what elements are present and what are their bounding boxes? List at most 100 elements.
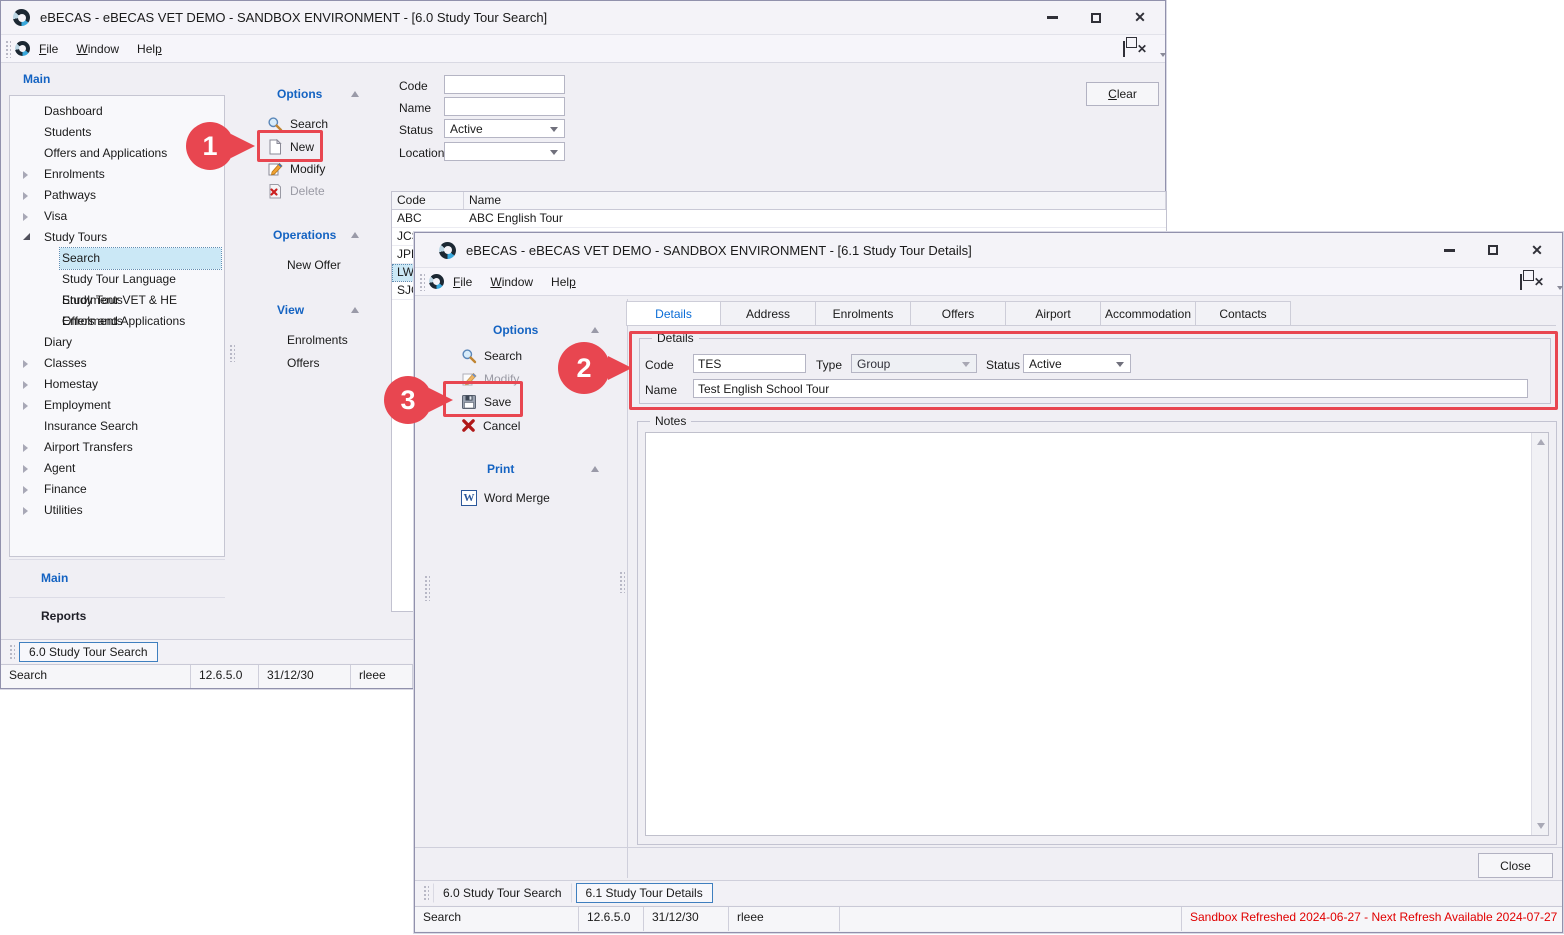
delete-action[interactable]: Delete bbox=[267, 183, 325, 199]
menu-window[interactable]: Window bbox=[481, 271, 542, 293]
notes-textarea[interactable] bbox=[645, 432, 1549, 836]
menu-help[interactable]: Help bbox=[542, 271, 585, 293]
search-action[interactable]: Search bbox=[267, 116, 328, 132]
tree-item-diary[interactable]: Diary bbox=[10, 332, 224, 353]
name-input[interactable] bbox=[444, 97, 565, 116]
tab-details[interactable]: Details bbox=[626, 301, 721, 326]
tree-item-employment[interactable]: Employment bbox=[10, 395, 224, 416]
chevron-expanded-icon[interactable] bbox=[23, 233, 30, 240]
minimize-button[interactable] bbox=[1037, 7, 1067, 29]
mdi-restore-icon[interactable] bbox=[1123, 42, 1125, 56]
scroll-down-icon[interactable] bbox=[1537, 823, 1545, 829]
tab-enrolments[interactable]: Enrolments bbox=[816, 301, 911, 326]
doc-tab-study-tour-search[interactable]: 6.0 Study Tour Search bbox=[433, 883, 572, 903]
tab-accommodation[interactable]: Accommodation bbox=[1101, 301, 1196, 326]
chevron-right-icon[interactable] bbox=[23, 192, 28, 200]
new-offer-action[interactable]: New Offer bbox=[287, 258, 341, 272]
tab-contacts[interactable]: Contacts bbox=[1196, 301, 1291, 326]
menubar-grip[interactable] bbox=[419, 273, 425, 291]
new-action[interactable]: New bbox=[267, 139, 314, 155]
chevron-right-icon[interactable] bbox=[23, 360, 28, 368]
modify-action[interactable]: Modify bbox=[461, 371, 519, 387]
code-input[interactable] bbox=[444, 75, 565, 94]
menu-help[interactable]: Help bbox=[128, 38, 171, 60]
tree-item-airport-transfers[interactable]: Airport Transfers bbox=[10, 437, 224, 458]
tree-item-utilities[interactable]: Utilities bbox=[10, 500, 224, 521]
modify-action[interactable]: Modify bbox=[267, 161, 325, 177]
chevron-right-icon[interactable] bbox=[23, 381, 28, 389]
chevron-right-icon[interactable] bbox=[23, 213, 28, 221]
table-row[interactable]: ABCABC English Tour bbox=[392, 210, 1166, 228]
close-button[interactable]: ✕ bbox=[1522, 239, 1552, 261]
maximize-button[interactable] bbox=[1081, 7, 1111, 29]
splitter-grip[interactable] bbox=[619, 571, 625, 593]
type-select[interactable]: Group bbox=[851, 354, 977, 373]
chevron-right-icon[interactable] bbox=[23, 444, 28, 452]
word-merge-action[interactable]: W Word Merge bbox=[461, 490, 550, 506]
collapse-icon[interactable] bbox=[351, 307, 359, 313]
nav-footer-reports[interactable]: Reports bbox=[9, 597, 225, 633]
nav-footer-main[interactable]: Main bbox=[9, 559, 225, 595]
tree-item-visa[interactable]: Visa bbox=[10, 206, 224, 227]
chevron-right-icon[interactable] bbox=[23, 402, 28, 410]
panel-grip[interactable] bbox=[424, 575, 430, 601]
maximize-button[interactable] bbox=[1478, 239, 1508, 261]
mdi-restore-icon[interactable] bbox=[1520, 275, 1522, 289]
tree-item-agent[interactable]: Agent bbox=[10, 458, 224, 479]
tabbar-grip[interactable] bbox=[9, 644, 15, 660]
collapse-icon[interactable] bbox=[351, 232, 359, 238]
status-select[interactable]: Active bbox=[1023, 354, 1131, 373]
code-input[interactable] bbox=[693, 354, 806, 373]
status-select[interactable]: Active bbox=[444, 119, 565, 138]
cancel-action[interactable]: Cancel bbox=[461, 418, 520, 433]
tree-item-search[interactable]: Search bbox=[10, 248, 224, 269]
save-action[interactable]: Save bbox=[461, 394, 511, 410]
menu-file[interactable]: File bbox=[30, 38, 67, 60]
collapse-icon[interactable] bbox=[591, 327, 599, 333]
scroll-up-icon[interactable] bbox=[1537, 439, 1545, 445]
tree-item-finance[interactable]: Finance bbox=[10, 479, 224, 500]
close-form-button[interactable]: Close bbox=[1478, 853, 1553, 878]
splitter-grip[interactable] bbox=[229, 344, 235, 362]
view-offers-action[interactable]: Offers bbox=[287, 356, 319, 370]
menu-window[interactable]: Window bbox=[67, 38, 128, 60]
menu-file[interactable]: File bbox=[444, 271, 481, 293]
collapse-icon[interactable] bbox=[591, 466, 599, 472]
tree-item-classes[interactable]: Classes bbox=[10, 353, 224, 374]
collapse-icon[interactable] bbox=[351, 91, 359, 97]
splitter[interactable] bbox=[627, 299, 628, 878]
chevron-right-icon[interactable] bbox=[23, 486, 28, 494]
tree-item-homestay[interactable]: Homestay bbox=[10, 374, 224, 395]
notes-scrollbar[interactable] bbox=[1531, 433, 1548, 835]
minimize-button[interactable] bbox=[1434, 239, 1464, 261]
name-input[interactable] bbox=[693, 379, 1528, 398]
close-button[interactable]: ✕ bbox=[1125, 7, 1155, 29]
mdi-close-icon[interactable]: ✕ bbox=[1534, 275, 1544, 289]
view-enrolments-action[interactable]: Enrolments bbox=[287, 333, 348, 347]
column-header-code[interactable]: Code bbox=[392, 192, 464, 209]
column-header-name[interactable]: Name bbox=[464, 192, 1166, 209]
tree-item-insurance-search[interactable]: Insurance Search bbox=[10, 416, 224, 437]
app-menu-icon[interactable] bbox=[15, 41, 30, 56]
tree-item-dashboard[interactable]: Dashboard bbox=[10, 101, 224, 122]
tree-item-st-language-enrolments[interactable]: Study Tour Language Enrolments bbox=[10, 269, 224, 290]
tree-item-st-offers-applications[interactable]: Offers and Applications bbox=[10, 311, 224, 332]
doc-tab-study-tour-search[interactable]: 6.0 Study Tour Search bbox=[19, 642, 158, 662]
chevron-right-icon[interactable] bbox=[23, 171, 28, 179]
tab-airport[interactable]: Airport bbox=[1006, 301, 1101, 326]
tree-item-st-vet-he-enrolments[interactable]: Study Tour VET & HE Enrolments bbox=[10, 290, 224, 311]
mdi-close-icon[interactable]: ✕ bbox=[1137, 42, 1147, 56]
chevron-right-icon[interactable] bbox=[23, 507, 28, 515]
search-action[interactable]: Search bbox=[461, 348, 522, 364]
doc-tab-study-tour-details[interactable]: 6.1 Study Tour Details bbox=[576, 883, 713, 903]
clear-button[interactable]: Clear bbox=[1086, 82, 1159, 106]
tab-address[interactable]: Address bbox=[721, 301, 816, 326]
tab-offers[interactable]: Offers bbox=[911, 301, 1006, 326]
tree-item-study-tours[interactable]: Study Tours bbox=[10, 227, 224, 248]
menubar-grip[interactable] bbox=[5, 40, 11, 58]
location-select[interactable] bbox=[444, 142, 565, 161]
app-menu-icon[interactable] bbox=[429, 274, 444, 289]
chevron-right-icon[interactable] bbox=[23, 465, 28, 473]
tree-item-pathways[interactable]: Pathways bbox=[10, 185, 224, 206]
tabbar-grip[interactable] bbox=[423, 885, 429, 901]
